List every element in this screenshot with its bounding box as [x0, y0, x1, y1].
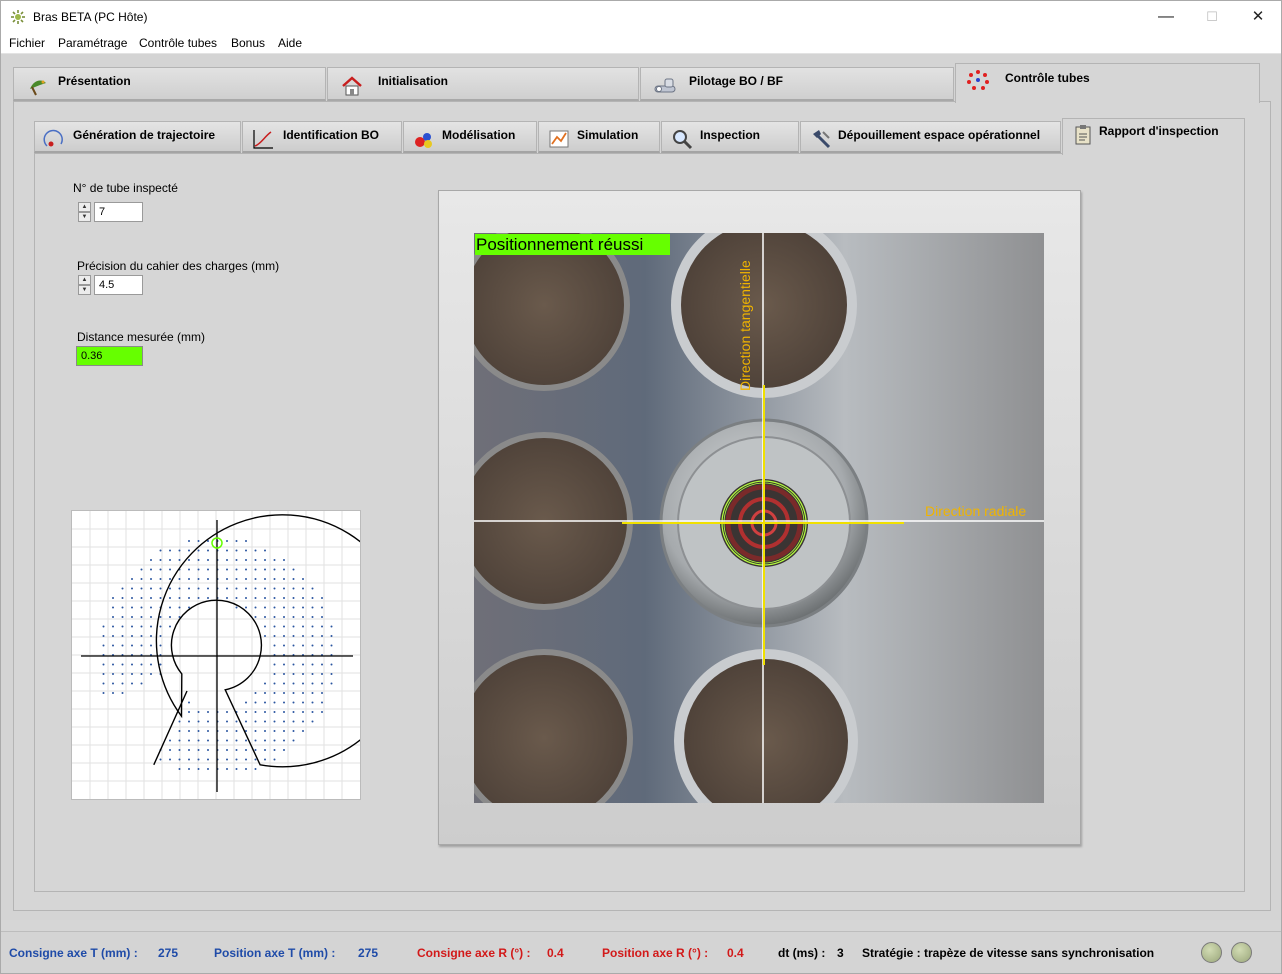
curve-icon [253, 130, 273, 149]
bird-icon [30, 80, 46, 96]
menu-bar: Fichier Paramétrage Contrôle tubes Bonus… [1, 33, 1281, 54]
position-r-label: Position axe R (°) : [602, 946, 709, 960]
trajectory-icon [43, 129, 63, 147]
shapes-icon [415, 133, 432, 148]
tab-presentation[interactable]: Présentation [13, 67, 326, 101]
menu-parametrage[interactable]: Paramétrage [58, 36, 127, 50]
tab-controle-tubes-label: Contrôle tubes [1005, 71, 1090, 85]
tube-number-down-icon[interactable]: ▼ [78, 212, 91, 222]
tab-presentation-label: Présentation [58, 74, 131, 88]
subtab-depouillement[interactable]: Dépouillement espace opérationnel [800, 121, 1061, 153]
subtab-modelisation[interactable]: Modélisation [403, 121, 537, 153]
workspace-plot-svg [72, 511, 410, 799]
robot-arm-icon [654, 78, 676, 93]
subtab-inspection-label: Inspection [700, 128, 761, 142]
status-led-2 [1231, 942, 1252, 963]
dt-label: dt (ms) : [778, 946, 826, 960]
magnifier-icon [673, 130, 693, 150]
precision-up-icon[interactable]: ▲ [78, 275, 91, 285]
subtab-identification-label: Identification BO [283, 128, 379, 142]
subtab-generation-trajectoire[interactable]: Génération de trajectoire [34, 121, 241, 153]
consigne-r-value: 0.4 [547, 946, 564, 960]
consigne-r-label: Consigne axe R (°) : [417, 946, 531, 960]
precision-down-icon[interactable]: ▼ [78, 285, 91, 295]
subtab-simulation-label: Simulation [577, 128, 639, 142]
tab-pilotage-label: Pilotage BO / BF [689, 74, 784, 88]
workspace-plot [71, 510, 410, 800]
subtab-simulation[interactable]: Simulation [538, 121, 660, 153]
tube-number-up-icon[interactable]: ▲ [78, 202, 91, 212]
status-led-1 [1201, 942, 1222, 963]
menu-bonus[interactable]: Bonus [231, 36, 265, 50]
title-bar: Bras BETA (PC Hôte) — ☐ ✕ [1, 1, 1281, 33]
distance-output: 0.36 [76, 346, 143, 366]
consigne-t-label: Consigne axe T (mm) : [9, 946, 138, 960]
precision-spinner[interactable]: ▲ ▼ [78, 275, 92, 295]
tube-top-left [474, 233, 630, 391]
home-icon [342, 76, 362, 96]
tube-circle-icon [967, 70, 989, 90]
position-t-label: Position axe T (mm) : [214, 946, 336, 960]
subtab-depouillement-label: Dépouillement espace opérationnel [838, 128, 1041, 142]
workspace-outline [153, 514, 410, 768]
subtab-modelisation-label: Modélisation [442, 128, 516, 142]
subtab-generation-label: Génération de trajectoire [73, 128, 216, 142]
menu-aide[interactable]: Aide [278, 36, 302, 50]
radial-direction-label: Direction radiale [925, 503, 1027, 519]
app-window: Bras BETA (PC Hôte) — ☐ ✕ Fichier Paramé… [0, 0, 1282, 974]
tube-number-label: N° de tube inspecté [73, 181, 178, 195]
consigne-t-value: 275 [158, 946, 179, 960]
subtab-rapport-inspection[interactable]: Rapport d'inspection [1062, 118, 1245, 155]
tab-initialisation[interactable]: Initialisation [327, 67, 639, 101]
menu-fichier[interactable]: Fichier [9, 36, 45, 50]
minimize-button[interactable]: — [1143, 1, 1189, 33]
positioning-status: Positionnement réussi [475, 234, 670, 255]
position-t-value: 275 [358, 946, 379, 960]
tube-number-input[interactable]: 7 [94, 202, 143, 222]
dt-value: 3 [837, 946, 844, 960]
clipboard-icon [1075, 125, 1091, 145]
tube-number-spinner[interactable]: ▲ ▼ [78, 202, 92, 222]
maximize-button[interactable]: ☐ [1189, 1, 1235, 33]
tangential-direction-label: Direction tangentielle [737, 260, 753, 391]
tools-icon [813, 130, 831, 149]
tab-initialisation-label: Initialisation [378, 74, 449, 88]
subtab-identification-bo[interactable]: Identification BO [242, 121, 402, 153]
precision-label: Précision du cahier des charges (mm) [77, 259, 280, 273]
position-r-value: 0.4 [727, 946, 744, 960]
subtab-inspection[interactable]: Inspection [661, 121, 799, 153]
close-button[interactable]: ✕ [1235, 1, 1281, 33]
subtab-rapport-label: Rapport d'inspection [1099, 124, 1219, 138]
precision-input[interactable]: 4.5 [94, 275, 143, 295]
simulation-icon [549, 130, 569, 148]
menu-controle-tubes[interactable]: Contrôle tubes [139, 36, 217, 50]
app-icon [11, 10, 25, 24]
plot-grid [72, 511, 360, 799]
strategy-text: Stratégie : trapèze de vitesse sans sync… [862, 946, 1155, 960]
distance-label: Distance mesurée (mm) [77, 330, 206, 344]
status-bar: Consigne axe T (mm) : 275 Position axe T… [1, 931, 1281, 973]
tab-pilotage[interactable]: Pilotage BO / BF [640, 67, 954, 101]
window-title: Bras BETA (PC Hôte) [33, 10, 148, 24]
tab-controle-tubes[interactable]: Contrôle tubes [955, 63, 1260, 103]
